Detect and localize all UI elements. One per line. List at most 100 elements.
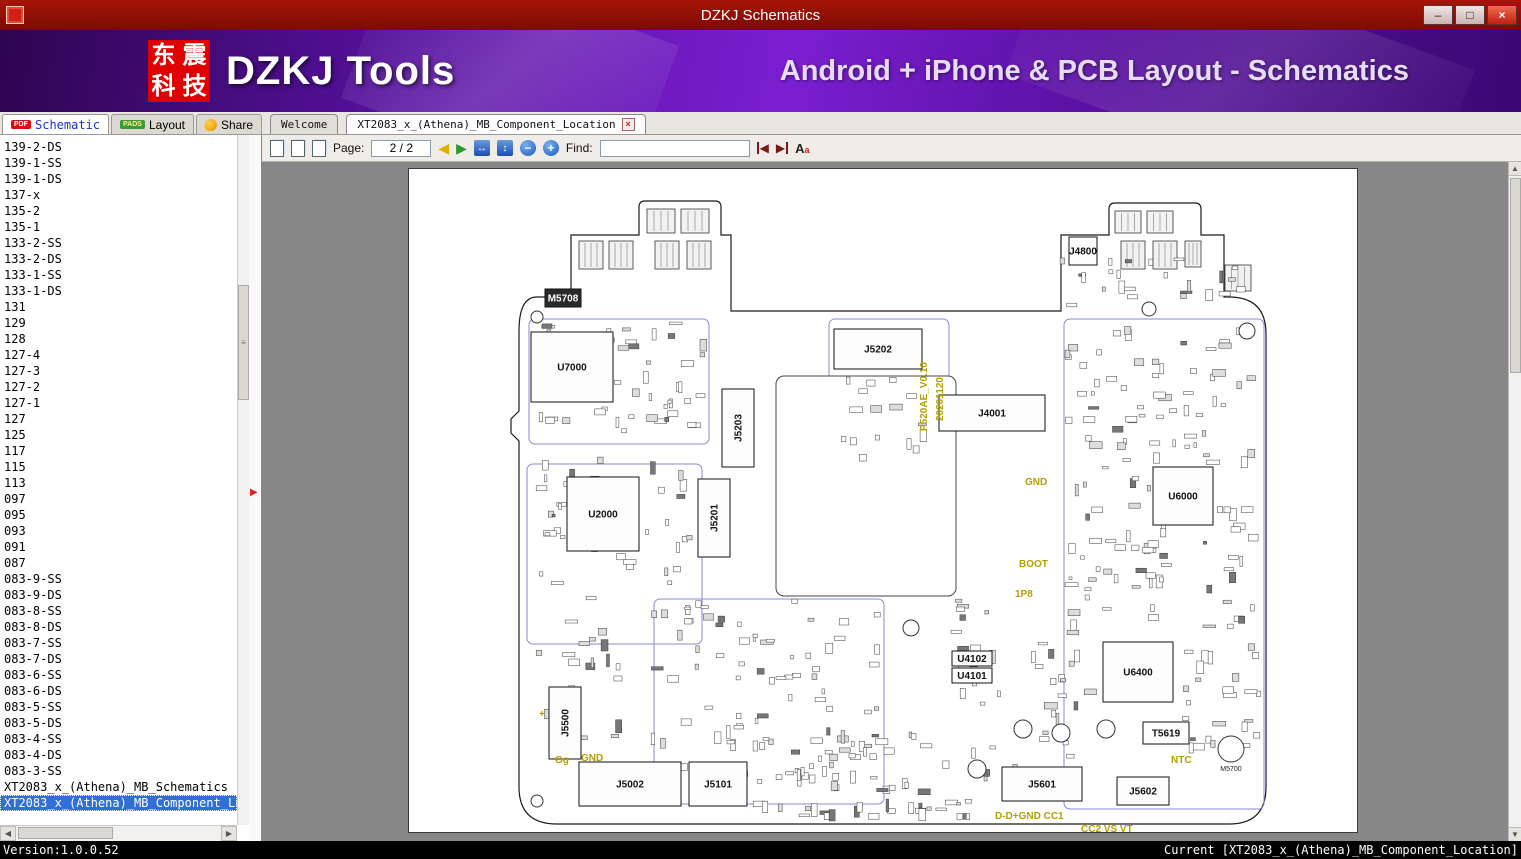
scroll-left-icon[interactable]: ◀ — [0, 826, 16, 841]
sidebar-item[interactable]: 083-5-DS — [0, 715, 237, 731]
tab-share[interactable]: Share — [196, 114, 263, 134]
pads-icon: PADS — [120, 120, 145, 129]
single-page-icon[interactable] — [270, 139, 284, 157]
sidebar-item[interactable]: 083-8-DS — [0, 619, 237, 635]
facing-pages-icon[interactable] — [291, 139, 305, 157]
collapse-arrow-icon[interactable]: ▶ — [250, 487, 258, 498]
viewer-vertical-scrollbar[interactable]: ▲ ▼ — [1508, 162, 1521, 841]
board-connector — [1146, 210, 1174, 234]
sidebar-vertical-scrollbar[interactable]: ≡ — [237, 135, 249, 825]
tab-layout[interactable]: PADS Layout — [111, 114, 194, 134]
pcb-component-label: U7000 — [557, 363, 587, 374]
sidebar: 139-2-DS 139-1-SS 139-1-DS 137-x 135-2 135-1 1… — [0, 135, 262, 841]
sidebar-item[interactable]: 115 — [0, 459, 237, 475]
sidebar-item[interactable]: 083-3-SS — [0, 763, 237, 779]
scrollbar-thumb[interactable] — [18, 827, 113, 839]
sidebar-splitter[interactable]: ▶ — [249, 135, 261, 841]
pcb-component-label: T5619 — [1152, 729, 1181, 740]
pcb-component-label: U4101 — [957, 671, 987, 682]
scroll-right-icon[interactable]: ▶ — [221, 826, 237, 841]
pdf-icon: PDF — [11, 120, 31, 129]
fit-page-button[interactable]: ↕ — [496, 140, 513, 156]
sidebar-item[interactable]: 117 — [0, 443, 237, 459]
font-size-button[interactable]: Aa — [795, 141, 809, 156]
sidebar-item[interactable]: 137-x — [0, 187, 237, 203]
pcb-component-label: U6000 — [1168, 492, 1198, 503]
sidebar-item[interactable]: 095 — [0, 507, 237, 523]
sidebar-item[interactable]: XT2083_x_(Athena)_MB_Component_Locatio — [0, 795, 237, 811]
sidebar-item[interactable]: 091 — [0, 539, 237, 555]
pcb-component: J5202 — [833, 328, 923, 370]
mounting-hole — [1141, 301, 1157, 317]
page-number-input[interactable] — [371, 139, 432, 157]
next-page-button[interactable]: ▶ — [456, 140, 467, 157]
doc-tab-component-location[interactable]: XT2083_x_(Athena)_MB_Component_Location … — [346, 114, 646, 134]
sidebar-item[interactable]: 083-9-DS — [0, 587, 237, 603]
sidebar-item[interactable]: 083-4-SS — [0, 731, 237, 747]
board-connector — [608, 240, 634, 270]
sidebar-item[interactable]: 125 — [0, 427, 237, 443]
maximize-button[interactable]: □ — [1455, 5, 1485, 25]
sidebar-item[interactable]: 083-6-SS — [0, 667, 237, 683]
sidebar-item[interactable]: 083-4-DS — [0, 747, 237, 763]
sidebar-item[interactable]: 127 — [0, 411, 237, 427]
sidebar-item[interactable]: 087 — [0, 555, 237, 571]
minimize-button[interactable]: – — [1423, 5, 1453, 25]
tab-close-icon[interactable]: × — [621, 118, 635, 131]
tab-schematic[interactable]: PDF Schematic — [2, 114, 110, 134]
sidebar-item[interactable]: 127-2 — [0, 379, 237, 395]
close-button[interactable]: × — [1487, 5, 1517, 25]
scroll-up-icon[interactable]: ▲ — [1509, 162, 1521, 176]
find-next-button[interactable]: ▶ — [776, 142, 789, 154]
sidebar-item[interactable]: 128 — [0, 331, 237, 347]
sidebar-item[interactable]: 097 — [0, 491, 237, 507]
sidebar-item[interactable]: 133-1-DS — [0, 283, 237, 299]
find-previous-button[interactable]: ◀ — [756, 142, 769, 154]
pcb-component: M5708 — [544, 288, 582, 308]
fit-width-button[interactable]: ↔ — [473, 140, 490, 156]
board-connector — [680, 208, 710, 234]
sidebar-item[interactable]: 083-7-SS — [0, 635, 237, 651]
sidebar-item[interactable]: 083-6-DS — [0, 683, 237, 699]
sidebar-item[interactable]: 135-1 — [0, 219, 237, 235]
sidebar-item[interactable]: 083-8-SS — [0, 603, 237, 619]
main-pane: Page: ◀ ▶ ↔ ↕ − + Find: ◀ ▶ Aa M5700 U700… — [262, 135, 1521, 841]
sidebar-item[interactable]: 133-1-SS — [0, 267, 237, 283]
sidebar-item[interactable]: 083-7-DS — [0, 651, 237, 667]
sidebar-item[interactable]: 133-2-DS — [0, 251, 237, 267]
zoom-out-button[interactable]: − — [519, 140, 536, 156]
sidebar-item[interactable]: 139-2-DS — [0, 139, 237, 155]
sidebar-item[interactable]: XT2083_x_(Athena)_MB_Schematics — [0, 779, 237, 795]
sidebar-item[interactable]: 127-1 — [0, 395, 237, 411]
scrollbar-thumb[interactable]: ≡ — [238, 285, 249, 400]
find-input[interactable] — [599, 139, 750, 157]
sidebar-item[interactable]: 093 — [0, 523, 237, 539]
mounting-hole — [530, 794, 544, 808]
board-connector — [1184, 240, 1202, 268]
tab-label: Schematic — [35, 117, 101, 132]
book-view-icon[interactable] — [312, 139, 326, 157]
scrollbar-track[interactable] — [16, 826, 221, 841]
sidebar-item[interactable]: 139-1-SS — [0, 155, 237, 171]
scroll-down-icon[interactable]: ▼ — [1509, 827, 1521, 841]
doc-tab-welcome[interactable]: Welcome — [270, 114, 339, 134]
tab-bar: PDF Schematic PADS Layout Share Welcome … — [0, 112, 1521, 135]
zoom-in-button[interactable]: + — [542, 140, 559, 156]
sidebar-item[interactable]: 135-2 — [0, 203, 237, 219]
scrollbar-thumb[interactable] — [1510, 178, 1521, 373]
sidebar-item[interactable]: 083-5-SS — [0, 699, 237, 715]
pcb-component: J5203 — [721, 388, 755, 468]
sidebar-item[interactable]: 139-1-DS — [0, 171, 237, 187]
document-viewer[interactable]: M5700 U7000 U2000 J5202 J5203 J5201 J4001 U6000… — [262, 162, 1521, 841]
sidebar-item[interactable]: 127-3 — [0, 363, 237, 379]
tab-label: Share — [221, 117, 254, 132]
prev-page-button[interactable]: ◀ — [438, 140, 449, 157]
pcb-component-label: U2000 — [588, 510, 618, 521]
sidebar-item[interactable]: 133-2-SS — [0, 235, 237, 251]
sidebar-item[interactable]: 083-9-SS — [0, 571, 237, 587]
sidebar-item[interactable]: 131 — [0, 299, 237, 315]
sidebar-item[interactable]: 129 — [0, 315, 237, 331]
sidebar-item[interactable]: 127-4 — [0, 347, 237, 363]
sidebar-item[interactable]: 113 — [0, 475, 237, 491]
sidebar-horizontal-scrollbar[interactable]: ◀ ▶ — [0, 825, 237, 841]
